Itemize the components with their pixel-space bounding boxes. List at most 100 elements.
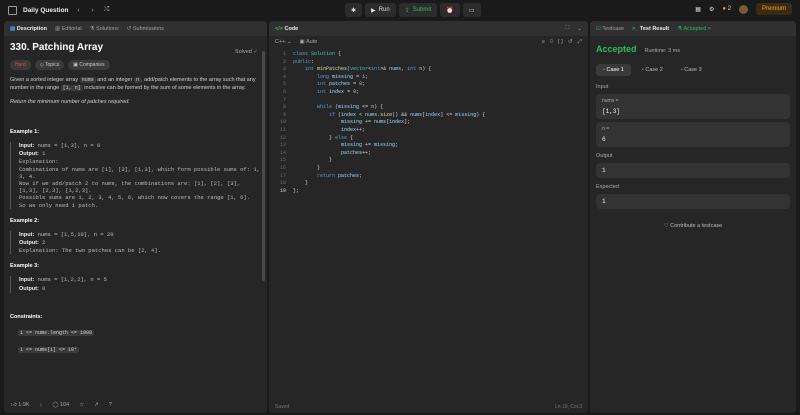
run-label: Run	[378, 7, 390, 13]
problem-list-icon[interactable]	[8, 5, 17, 15]
tab-code-label: Code	[284, 25, 299, 32]
code-line: return patches;	[317, 172, 363, 179]
expand-icon[interactable]: ⤢	[578, 39, 582, 46]
tab-solutions[interactable]: ⚗ Solutions	[90, 26, 119, 32]
check-icon: •	[641, 67, 644, 73]
case-tab[interactable]: • Case 3	[674, 64, 709, 76]
problem-title[interactable]: 330. Patching Array	[10, 43, 260, 53]
history-icon: ↺	[126, 25, 132, 32]
play-icon: ▶	[371, 7, 376, 14]
line-number: 17	[279, 172, 286, 179]
maximize-icon[interactable]: ⛶	[566, 25, 570, 32]
code-line: int index = 0;	[317, 89, 360, 95]
case-label: Case 3	[684, 67, 702, 73]
tag-icon: ◇	[39, 62, 44, 68]
auto-toggle[interactable]: ▣ Auto	[300, 39, 318, 45]
layout-icon[interactable]: ▦	[695, 6, 701, 13]
line-number: 6	[282, 89, 286, 95]
problem-tags: Hard ◇ Topics ▣ Companies	[10, 60, 260, 70]
example-block: Input: nums = [1,3], n = 6 Output: 1 Exp…	[10, 142, 260, 209]
line-number: 12	[279, 134, 286, 141]
contribute-label: Contribute a testcase	[670, 223, 723, 229]
tab-editorial[interactable]: ▥ Editorial	[55, 26, 82, 32]
example-input: nums = [1,5,10], n = 20	[37, 230, 114, 238]
like-button[interactable]: 👍︎ 1.9K	[11, 402, 30, 408]
tab-editorial-label: Editorial	[61, 25, 82, 32]
reset-icon[interactable]: ↺	[568, 39, 573, 46]
run-button[interactable]: ▶ Run	[365, 3, 396, 17]
book-icon: ▥	[55, 25, 61, 32]
streak-counter[interactable]: ● 2	[722, 6, 731, 12]
bookmark-icon[interactable]: ⌑	[550, 39, 553, 46]
notes-button[interactable]: ▭	[462, 3, 481, 17]
expected-label: Expected	[596, 184, 619, 190]
description-panel: ▤ Description ▥ Editorial ⚗ Solutions ↺ …	[4, 21, 267, 413]
line-number: 19	[279, 187, 286, 194]
constraints-title: Constraints:	[10, 313, 43, 320]
code-line: missing += missing;	[341, 142, 399, 149]
line-number: 7	[282, 96, 286, 103]
next-problem-icon[interactable]: ›	[89, 7, 97, 14]
topics-label: Topics	[45, 62, 60, 68]
braces-icon[interactable]: { }	[558, 39, 563, 46]
case-tabs: • Case 1 • Case 2 • Case 3	[596, 64, 790, 76]
close-icon[interactable]: ×	[708, 26, 711, 32]
check-circle-icon: ✓	[253, 49, 258, 55]
flask-icon: ⚗	[89, 25, 95, 32]
tab-testcase[interactable]: ☑ Testcase	[596, 26, 624, 32]
line-number: 3	[282, 66, 286, 73]
code-line: int patches = 0;	[317, 81, 366, 88]
contribute-testcase-button[interactable]: ♡ Contribute a testcase	[596, 223, 790, 229]
daily-question-title[interactable]: Daily Question	[23, 7, 69, 14]
tab-test-result-label: Test Result	[639, 25, 670, 32]
streak-count: 2	[727, 6, 731, 12]
example-output: 2	[42, 239, 46, 247]
case-label: Case 1	[606, 67, 624, 73]
input-label: Input:	[19, 231, 35, 238]
timer-button[interactable]: ⏰	[440, 3, 460, 17]
align-icon[interactable]: ≡	[542, 39, 545, 46]
tab-description[interactable]: ▤ Description	[10, 26, 47, 32]
runtime: Runtime: 3 ms	[644, 48, 680, 54]
input-value-box: nums = [1,3]	[596, 94, 790, 119]
line-number: 8	[282, 104, 286, 111]
language-label: C++	[275, 39, 286, 45]
description-scrollbar[interactable]	[262, 51, 265, 281]
settings-gear-icon[interactable]: ⚙	[709, 6, 714, 13]
output-label: Output:	[19, 285, 39, 292]
minimize-icon[interactable]: ⌄	[577, 26, 582, 32]
case-tab[interactable]: • Case 2	[635, 64, 670, 76]
topics-tag[interactable]: ◇ Topics	[34, 60, 65, 70]
tab-test-result[interactable]: >_ Test Result	[632, 26, 669, 32]
shuffle-icon[interactable]: ⤮	[103, 6, 111, 14]
language-select[interactable]: C++ ⌄	[275, 39, 292, 45]
case-tab[interactable]: • Case 1	[596, 64, 631, 76]
save-status: Saved	[275, 404, 290, 410]
tab-code[interactable]: </> Code	[275, 26, 298, 32]
line-number: 1	[282, 51, 286, 57]
example-explanation: Explanation: Combinations of nums are [1…	[19, 158, 260, 209]
avatar[interactable]	[738, 4, 748, 14]
premium-button[interactable]: Premium	[755, 3, 792, 15]
comments-count: 104	[60, 402, 70, 408]
flask-icon: ⚗	[677, 25, 683, 32]
checkbox-icon: ☑	[596, 25, 601, 32]
comments-button[interactable]: ◯ 104	[52, 402, 69, 408]
constraint-code: 1 <= nums.length <= 1000	[18, 329, 95, 336]
submit-button[interactable]: ⇪ Submit	[398, 3, 438, 17]
constraint-item: 1 <= nums[i] <= 10⁴	[18, 346, 260, 354]
code-editor[interactable]: 1 class Solution { 2 public: 3 int minPatc…	[269, 49, 588, 413]
top-bar: Daily Question ‹ › ⤮ ✱ ▶ Run ⇪ Submit ⏰ ▭ …	[0, 0, 800, 20]
code-line: if (index < nums.size() && nums[index] <…	[329, 111, 486, 118]
help-icon[interactable]: ?	[109, 402, 112, 408]
constraint-code: 1 <= nums[i] <= 10⁴	[18, 346, 80, 353]
tab-accepted[interactable]: ⚗ Accepted ×	[677, 26, 711, 32]
dislike-button[interactable]: ↓	[40, 402, 43, 408]
prev-problem-icon[interactable]: ‹	[75, 7, 83, 14]
statement-text-2: and an integer	[95, 77, 134, 83]
star-icon[interactable]: ☆	[79, 402, 84, 408]
share-icon[interactable]: ↗	[94, 402, 99, 408]
tab-submissions[interactable]: ↺ Submissions	[127, 26, 164, 32]
companies-tag[interactable]: ▣ Companies	[68, 60, 110, 70]
debug-button[interactable]: ✱	[345, 3, 363, 17]
